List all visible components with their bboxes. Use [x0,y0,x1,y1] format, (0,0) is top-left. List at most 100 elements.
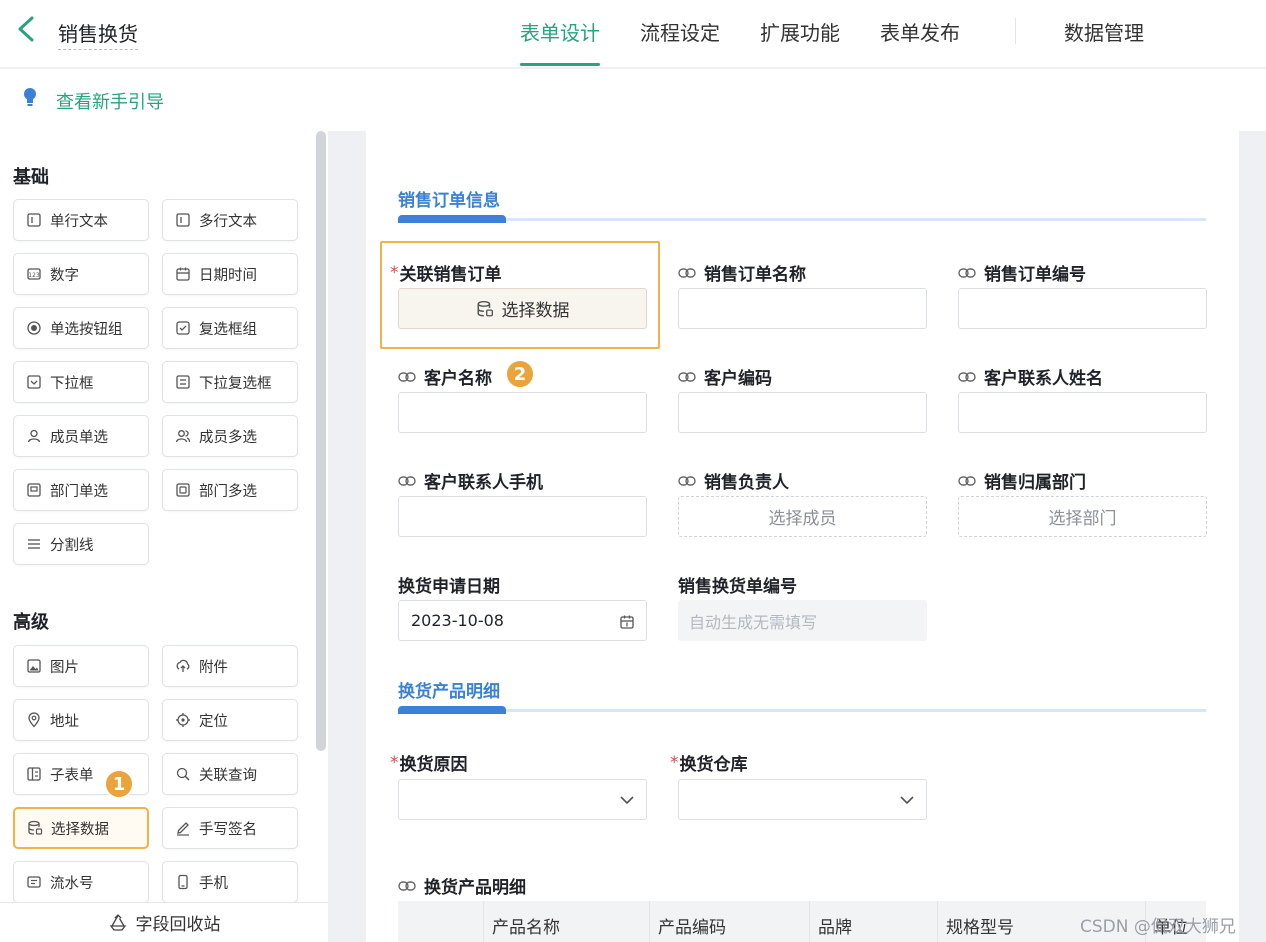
field-label-sales-dept: 销售归属部门 [958,468,1086,493]
field-multi-text[interactable]: 多行文本 [162,199,298,241]
tab-extensions[interactable]: 扩展功能 [740,0,860,68]
image-icon [27,659,41,673]
guide-bar: 查看新手引导 [0,69,1266,131]
section-underline [398,706,1206,714]
dropdown-multi-icon [176,375,190,389]
field-radio-group[interactable]: 单选按钮组 [13,307,149,349]
field-label-order-name: 销售订单名称 [678,260,806,285]
field-select-data[interactable]: 选择数据 [13,807,149,849]
field-dept-multi[interactable]: 部门多选 [162,469,298,511]
calendar-icon [176,267,190,281]
field-label-exchange-serial: 销售换货单编号 [678,577,797,597]
field-serial-number[interactable]: 流水号 [13,861,149,903]
field-label-customer-name: 客户名称 [398,364,492,389]
customer-code-input[interactable] [678,392,927,433]
tab-form-design[interactable]: 表单设计 [500,0,620,68]
recycle-icon [109,913,126,931]
field-recycle-bin-button[interactable]: 字段回收站 [0,902,328,942]
field-label-order-number: 销售订单编号 [958,260,1086,285]
section-underline [398,215,1206,223]
field-number[interactable]: 123 数字 [13,253,149,295]
required-asterisk: * [390,752,399,773]
table-index-column [398,901,484,942]
checkbox-icon [176,321,190,335]
tab-divider [1015,18,1016,44]
field-label-related-order: * 关联销售订单 [390,262,502,286]
subform-icon [27,767,41,781]
field-location[interactable]: 定位 [162,699,298,741]
beginner-guide-link[interactable]: 查看新手引导 [56,88,164,114]
dept-multi-icon [176,483,190,497]
table-column-header: 产品编码 [650,901,810,942]
order-number-input[interactable] [958,288,1207,329]
link-icon [678,371,696,382]
select-member-field[interactable]: 选择成员 [678,496,927,537]
link-icon [398,475,416,486]
users-icon [175,430,191,443]
link-icon [958,371,976,382]
choose-data-button[interactable]: 选择数据 [398,288,647,329]
step-badge-2: 2 [505,359,535,389]
field-image[interactable]: 图片 [13,645,149,687]
exchange-serial-input: 自动生成无需填写 [678,600,927,641]
field-address[interactable]: 地址 [13,699,149,741]
contact-phone-input[interactable] [398,496,647,537]
section-title-order-info: 销售订单信息 [398,191,500,211]
database-icon [28,820,43,835]
back-arrow-icon[interactable] [14,14,40,44]
field-palette: 基础 单行文本 多行文本 123 数字 日期时间 单选按钮组 复选框组 下拉框 … [0,131,328,942]
basic-section-title: 基础 [13,167,49,188]
field-member-single[interactable]: 成员单选 [13,415,149,457]
field-phone[interactable]: 手机 [162,861,298,903]
field-label-exchange-reason: * 换货原因 [390,752,468,776]
tab-form-publish[interactable]: 表单发布 [860,0,980,68]
link-icon [678,267,696,278]
contact-name-input[interactable] [958,392,1207,433]
field-dept-single[interactable]: 部门单选 [13,469,149,511]
section-title-product-detail: 换货产品明细 [398,682,500,702]
main-tabs: 表单设计 流程设定 扩展功能 表单发布 [500,0,980,68]
calendar-icon[interactable] [619,614,635,630]
apply-date-input[interactable]: 2023-10-08 [398,600,647,641]
text-multi-icon [176,213,190,227]
serial-icon [27,876,41,888]
field-label-contact-phone: 客户联系人手机 [398,468,543,493]
tab-process-settings[interactable]: 流程设定 [620,0,740,68]
field-member-multi[interactable]: 成员多选 [162,415,298,457]
exchange-warehouse-select[interactable] [678,779,927,820]
field-attachment[interactable]: 附件 [162,645,298,687]
palette-scrollbar[interactable] [316,131,326,751]
field-label-sales-owner: 销售负责人 [678,468,789,493]
link-icon [678,475,696,486]
dropdown-icon [27,375,41,389]
field-dropdown-multi[interactable]: 下拉复选框 [162,361,298,403]
link-icon [398,371,416,382]
field-single-text[interactable]: 单行文本 [13,199,149,241]
watermark: CSDN @侃双大狮兄 [1080,917,1236,937]
table-column-header: 品牌 [810,901,938,942]
exchange-reason-select[interactable] [398,779,647,820]
radio-icon [27,321,41,335]
field-signature[interactable]: 手写签名 [162,807,298,849]
order-name-input[interactable] [678,288,927,329]
chevron-down-icon [620,796,634,805]
field-label-customer-code: 客户编码 [678,364,772,389]
required-asterisk: * [670,752,679,773]
app-title[interactable]: 销售换货 [58,18,138,50]
chevron-down-icon [900,796,914,805]
tab-data-management[interactable]: 数据管理 [1044,0,1164,68]
customer-name-input[interactable] [398,392,647,433]
field-dropdown[interactable]: 下拉框 [13,361,149,403]
user-icon [27,429,41,443]
pen-icon [177,822,189,836]
text-single-icon [27,213,41,227]
field-datetime[interactable]: 日期时间 [162,253,298,295]
select-department-field[interactable]: 选择部门 [958,496,1207,537]
locate-icon [176,713,190,727]
divider-icon [28,539,40,549]
svg-text:123: 123 [28,272,40,279]
upload-icon [176,659,190,672]
field-checkbox-group[interactable]: 复选框组 [162,307,298,349]
field-divider[interactable]: 分割线 [13,523,149,565]
field-related-query[interactable]: 关联查询 [162,753,298,795]
